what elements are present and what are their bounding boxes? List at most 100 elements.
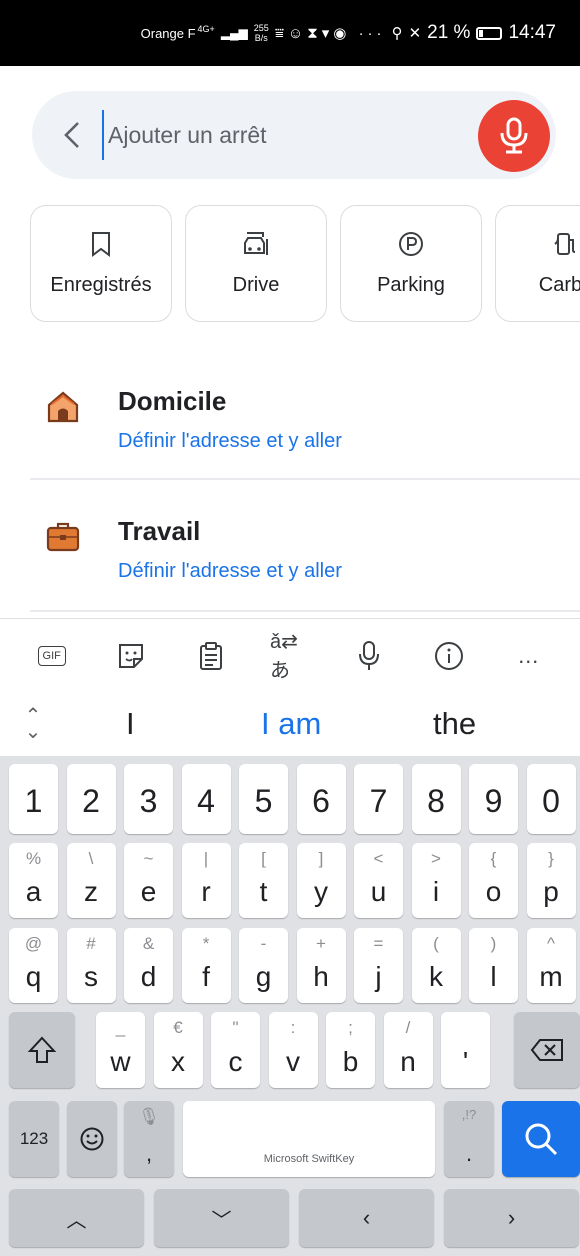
letter-key[interactable]: % a [9, 843, 58, 918]
search-key[interactable] [502, 1101, 580, 1177]
letter-key[interactable]: ' [441, 1012, 490, 1088]
number-key[interactable]: 7 [354, 764, 403, 834]
letter-key[interactable]: -g [239, 928, 288, 1003]
voice-search-button[interactable] [478, 100, 550, 172]
letter-key[interactable]: / n [383, 1012, 433, 1088]
item-subtitle-link[interactable]: Définir l'adresse et y aller [118, 560, 342, 583]
key-label: 1 [24, 783, 43, 819]
letter-key[interactable]: @ q [9, 928, 58, 1003]
suggestion-left[interactable]: I [126, 706, 135, 742]
space-key[interactable]: Microsoft SwiftKey [183, 1101, 435, 1177]
key-label: 8 [427, 783, 445, 819]
sticker-button[interactable] [111, 636, 151, 676]
key-label: 4 [197, 783, 215, 819]
period-key[interactable]: ,!? . [444, 1101, 494, 1177]
letter-key[interactable]: € x [153, 1012, 203, 1088]
key-label: k [429, 961, 443, 992]
letter-key[interactable]: * f [181, 928, 231, 1003]
item-subtitle-link[interactable]: Définir l'adresse et y aller [118, 430, 342, 453]
info-button[interactable] [429, 636, 469, 676]
mic-hint-icon: 🎙︎ [138, 1107, 160, 1126]
nav-right-key[interactable]: › [444, 1189, 579, 1247]
letter-key[interactable]: > i [411, 843, 461, 918]
emoji-key[interactable] [67, 1101, 117, 1177]
list-item-home[interactable]: Domicile Définir l'adresse et y aller [30, 358, 580, 488]
letter-key[interactable]: (k [411, 928, 461, 1003]
key-hint: & [142, 934, 155, 953]
letter-key[interactable]: + h [296, 928, 346, 1003]
search-input[interactable] [102, 110, 442, 160]
chevron-left-icon: ‹ [362, 1205, 371, 1230]
chip-fuel[interactable]: Carbu [495, 205, 580, 322]
suggestion-right[interactable]: the [433, 706, 476, 742]
collapse-icon[interactable]: ⌃ ⌄ [18, 706, 48, 742]
letter-key[interactable]: ; b [326, 1012, 375, 1088]
letter-key[interactable]: _ w [96, 1012, 145, 1088]
backspace-key[interactable] [514, 1012, 580, 1088]
clipboard-button[interactable] [191, 636, 231, 676]
list-item-work[interactable]: Travail Définir l'adresse et y aller [30, 488, 580, 618]
letter-key[interactable]: :v [268, 1012, 318, 1088]
key-label: 6 [312, 783, 330, 819]
clock: 14:47 [508, 22, 556, 43]
letter-key[interactable]: & d [124, 928, 173, 1003]
chip-drive[interactable]: Drive [185, 205, 327, 322]
number-key[interactable]: 8 [411, 764, 461, 834]
period-key-hint: ,!? [461, 1107, 477, 1122]
letter-key[interactable]: = j [354, 928, 403, 1003]
key-hint: | [203, 849, 209, 868]
space-key-label: Microsoft SwiftKey [263, 1153, 355, 1165]
letter-key[interactable]: " c [211, 1012, 260, 1088]
numbers-key[interactable]: 123 [9, 1101, 59, 1177]
number-key[interactable]: 6 [296, 764, 346, 834]
key-label: o [485, 876, 502, 907]
key-label: y [314, 876, 328, 907]
key-label: w [110, 1046, 131, 1077]
back-button[interactable] [42, 91, 102, 179]
letter-key[interactable]: | r [181, 843, 231, 918]
letter-key[interactable]: ] y [296, 843, 346, 918]
nav-up-key[interactable]: ︿ [9, 1189, 144, 1247]
letter-key[interactable]: ) l [469, 928, 518, 1003]
number-key[interactable]: 3 [124, 764, 173, 834]
suggestion-middle[interactable]: I am [261, 706, 321, 742]
number-key[interactable]: 1 [9, 764, 58, 834]
number-key[interactable]: 9 [469, 764, 518, 834]
item-title: Domicile [118, 386, 227, 416]
number-key[interactable]: 5 [239, 764, 288, 834]
letter-key[interactable]: ^ m [526, 928, 576, 1003]
key-label: 2 [82, 783, 100, 819]
backspace-icon [530, 1039, 563, 1061]
key-hint: ^ [547, 934, 555, 953]
network-type: 4G+ [197, 24, 215, 34]
gif-button[interactable]: GIF [32, 636, 72, 676]
number-key[interactable]: 2 [66, 764, 116, 834]
app-screen: Orange F 4G+ ▂▄▆ 255 B/s ⩸☺⧗▾◉ ··· ⚲ ✕ 2… [0, 0, 580, 1256]
emoji-icon [80, 1127, 104, 1151]
translate-button[interactable]: ǎ⇄あ [270, 631, 310, 682]
nav-down-key[interactable]: ﹀ [154, 1189, 289, 1247]
nav-left-key[interactable]: ‹ [299, 1189, 434, 1247]
chip-parking[interactable]: Parking [340, 205, 482, 322]
letter-key[interactable]: < u [354, 843, 403, 918]
voice-input-button[interactable] [349, 636, 389, 676]
chip-saved[interactable]: Enregistrés [30, 205, 172, 322]
letter-key[interactable]: {o [469, 843, 518, 918]
number-key[interactable]: 4 [181, 764, 231, 834]
numbers-key-label: 123 [19, 1129, 49, 1148]
letter-key[interactable]: # s [66, 928, 116, 1003]
more-button[interactable]: … [508, 636, 548, 676]
number-key[interactable]: 0 [526, 764, 576, 834]
comma-key[interactable]: 🎙︎ , [124, 1101, 174, 1177]
key-label: f [202, 961, 210, 992]
key-hint: < [373, 849, 384, 868]
key-hint: \ [88, 849, 94, 868]
shift-key[interactable] [9, 1012, 75, 1088]
key-hint: * [202, 934, 210, 953]
key-hint: # [86, 934, 96, 953]
letter-key[interactable]: ~ e [124, 843, 173, 918]
letter-key[interactable]: [t [239, 843, 288, 918]
letter-key[interactable]: } p [526, 843, 576, 918]
key-label: z [84, 876, 98, 907]
letter-key[interactable]: \ z [66, 843, 116, 918]
